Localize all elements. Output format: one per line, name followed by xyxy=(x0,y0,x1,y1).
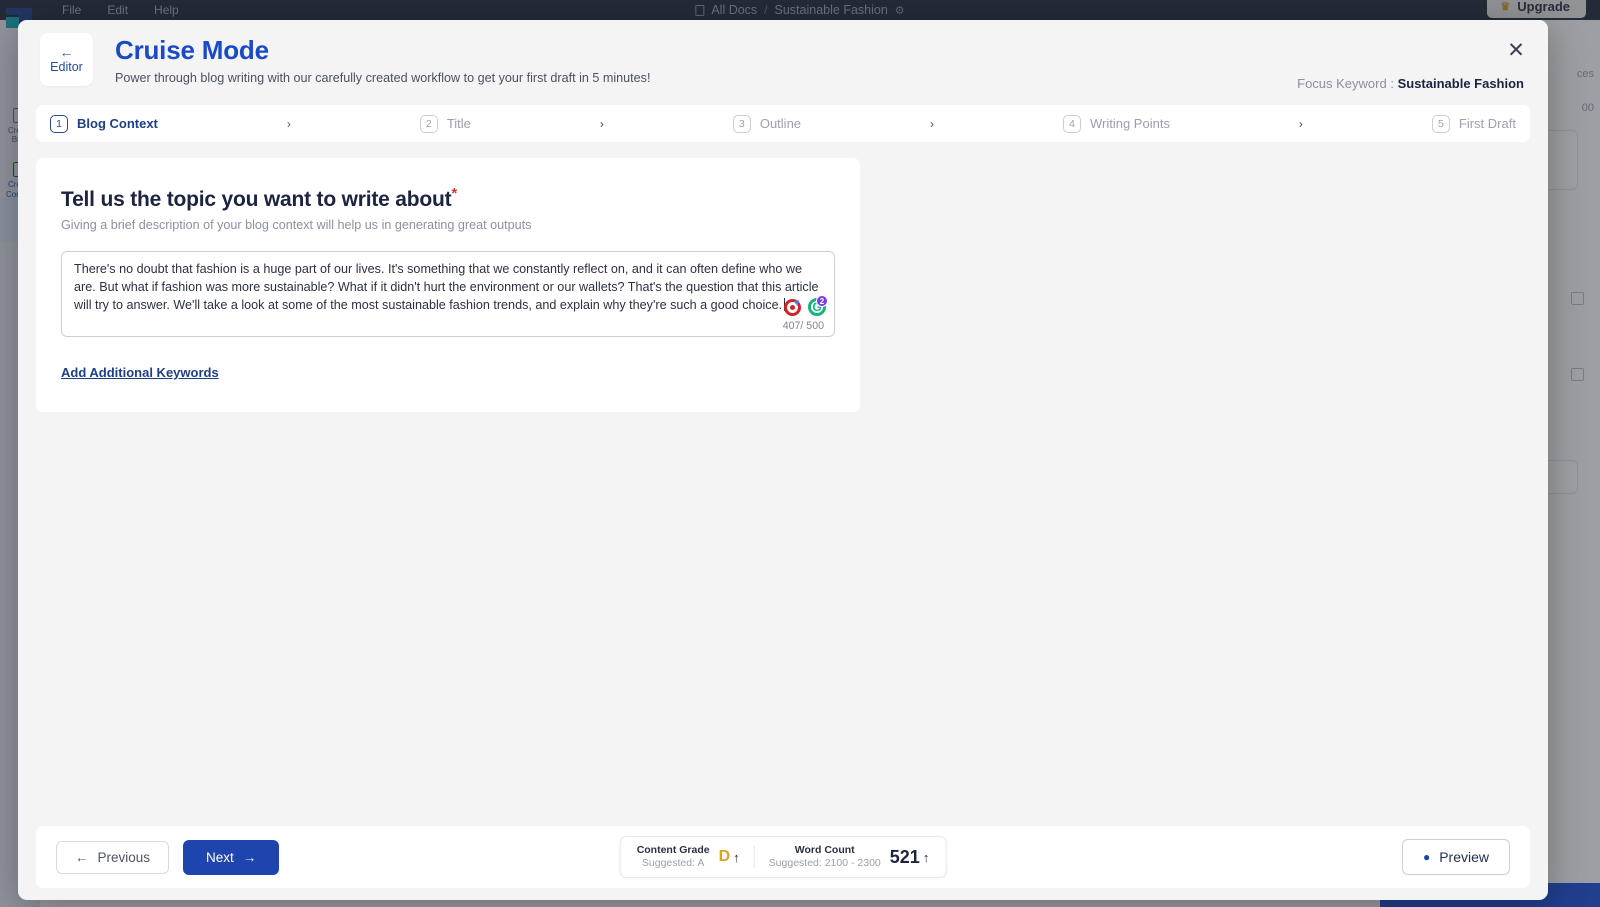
arrow-left-icon: ← xyxy=(60,45,74,59)
arrow-up-icon: ↑ xyxy=(923,850,930,865)
content-stats-pod: Content Grade Suggested: A D ↑ Word Coun… xyxy=(620,836,947,878)
back-to-editor-label: Editor xyxy=(50,60,83,74)
modal-body: Tell us the topic you want to write abou… xyxy=(18,142,1548,826)
add-additional-keywords-link[interactable]: Add Additional Keywords xyxy=(61,365,219,380)
step-label: Writing Points xyxy=(1090,116,1170,131)
stat-content-grade[interactable]: Content Grade Suggested: A D ↑ xyxy=(637,844,740,870)
stat-value: D ↑ xyxy=(719,848,740,866)
divider xyxy=(754,846,755,868)
section-heading-text: Tell us the topic you want to write abou… xyxy=(61,188,451,211)
stat-value: 521 ↑ xyxy=(890,847,930,868)
eye-icon: ● xyxy=(1423,850,1430,864)
stat-title: Content Grade xyxy=(637,844,710,857)
stat-suggested: Suggested: 2100 - 2300 xyxy=(769,857,881,870)
focus-keyword-label: Focus Keyword : xyxy=(1297,76,1394,91)
grammarly-badge: 2 xyxy=(816,295,828,307)
required-asterisk: * xyxy=(451,185,457,202)
modal-footer: ← Previous Next → Content Grade Suggeste… xyxy=(36,826,1530,888)
stat-suggested: Suggested: A xyxy=(637,857,710,870)
chevron-right-icon: › xyxy=(287,117,291,131)
content-grade-value: D xyxy=(719,848,731,866)
previous-button-label: Previous xyxy=(98,850,151,865)
arrow-right-icon: → xyxy=(243,850,257,865)
grammarly-icon[interactable]: G 2 xyxy=(808,298,826,316)
step-label: Blog Context xyxy=(77,116,158,131)
seo-target-icon[interactable] xyxy=(784,299,801,316)
stat-labels: Content Grade Suggested: A xyxy=(637,844,710,870)
step-first-draft[interactable]: 5 First Draft xyxy=(1432,115,1516,133)
step-number: 1 xyxy=(50,115,68,133)
arrow-left-icon: ← xyxy=(75,850,89,865)
step-blog-context[interactable]: 1 Blog Context xyxy=(50,115,158,133)
step-number: 2 xyxy=(420,115,438,133)
stat-title: Word Count xyxy=(769,844,881,857)
chevron-right-icon: › xyxy=(600,117,604,131)
step-number: 4 xyxy=(1063,115,1081,133)
preview-button[interactable]: ● Preview xyxy=(1402,839,1510,875)
stat-labels: Word Count Suggested: 2100 - 2300 xyxy=(769,844,881,870)
blog-context-value-wrap: There's no doubt that fashion is a huge … xyxy=(74,261,822,314)
stat-word-count[interactable]: Word Count Suggested: 2100 - 2300 521 ↑ xyxy=(769,844,930,870)
chevron-right-icon: › xyxy=(1299,117,1303,131)
step-outline[interactable]: 3 Outline xyxy=(733,115,801,133)
focus-keyword: Focus Keyword : Sustainable Fashion xyxy=(1297,76,1524,91)
next-button-label: Next xyxy=(206,850,234,865)
step-number: 5 xyxy=(1432,115,1450,133)
step-label: First Draft xyxy=(1459,116,1516,131)
page-title: Cruise Mode xyxy=(115,34,650,67)
workflow-stepper: 1 Blog Context › 2 Title › 3 Outline › 4… xyxy=(36,105,1530,142)
step-label: Outline xyxy=(760,116,801,131)
blog-context-textarea[interactable]: There's no doubt that fashion is a huge … xyxy=(61,251,835,337)
section-heading: Tell us the topic you want to write abou… xyxy=(61,185,835,212)
step-label: Title xyxy=(447,116,471,131)
footer-right: ● Preview xyxy=(1402,839,1510,875)
focus-keyword-value: Sustainable Fashion xyxy=(1398,76,1524,91)
next-button[interactable]: Next → xyxy=(183,840,279,875)
cruise-mode-modal: ← Editor Cruise Mode Power through blog … xyxy=(18,20,1548,900)
section-subheading: Giving a brief description of your blog … xyxy=(61,218,835,232)
step-title[interactable]: 2 Title xyxy=(420,115,471,133)
editor-assist-icons: G 2 xyxy=(784,298,826,316)
step-number: 3 xyxy=(733,115,751,133)
step-writing-points[interactable]: 4 Writing Points xyxy=(1063,115,1170,133)
header-titles: Cruise Mode Power through blog writing w… xyxy=(115,33,650,105)
close-icon[interactable]: ✕ xyxy=(1504,40,1528,64)
word-count-value: 521 xyxy=(890,847,920,868)
chevron-right-icon: › xyxy=(930,117,934,131)
character-counter: 407/ 500 xyxy=(783,320,824,332)
preview-button-label: Preview xyxy=(1439,849,1489,865)
previous-button[interactable]: ← Previous xyxy=(56,841,169,874)
modal-header: ← Editor Cruise Mode Power through blog … xyxy=(18,20,1548,105)
page-subtitle: Power through blog writing with our care… xyxy=(115,71,650,85)
arrow-up-icon: ↑ xyxy=(733,850,740,865)
blog-context-value: There's no doubt that fashion is a huge … xyxy=(74,262,819,312)
blog-context-card: Tell us the topic you want to write abou… xyxy=(36,158,860,412)
back-to-editor-button[interactable]: ← Editor xyxy=(40,33,93,86)
